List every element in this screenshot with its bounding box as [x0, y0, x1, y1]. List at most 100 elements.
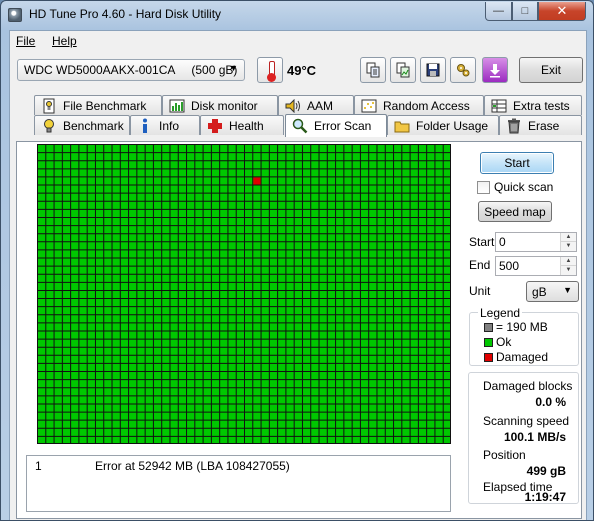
scan-block-map: [37, 144, 451, 444]
unit-select-value: gB: [532, 285, 547, 299]
download-button[interactable]: [482, 57, 508, 83]
legend-row-damaged: Damaged: [484, 350, 548, 364]
maximize-button[interactable]: □: [512, 2, 538, 21]
legend-row-block: = 190 MB: [484, 320, 548, 334]
position-label: Position: [483, 448, 526, 462]
end-field-label: End: [469, 258, 491, 272]
error-log-list[interactable]: 1 Error at 52942 MB (LBA 108427055): [26, 455, 451, 512]
drive-select[interactable]: WDC WD5000AAKX-001CA (500 gB) ▼: [17, 59, 245, 81]
floppy-disk-icon: [426, 63, 440, 77]
elapsed-time-value: 1:19:47: [524, 490, 566, 504]
list-item[interactable]: 1 Error at 52942 MB (LBA 108427055): [27, 459, 450, 475]
exit-button[interactable]: Exit: [519, 57, 583, 83]
disk-monitor-icon: [169, 98, 185, 114]
tab-label: Extra tests: [513, 98, 570, 113]
tab-error-scan[interactable]: Error Scan: [285, 114, 387, 137]
menu-help[interactable]: Help: [52, 34, 77, 48]
arrow-down-icon[interactable]: ▼: [561, 266, 576, 275]
unit-select[interactable]: gB ▼: [526, 281, 579, 302]
menu-file-label: File: [16, 34, 36, 48]
down-arrow-icon: [490, 64, 500, 78]
window-title: HD Tune Pro 4.60 - Hard Disk Utility: [29, 7, 222, 21]
menu-file[interactable]: File: [16, 34, 35, 48]
speaker-icon: [285, 98, 301, 114]
end-input[interactable]: [496, 257, 562, 275]
folder-icon: [394, 118, 410, 134]
arrow-up-icon[interactable]: ▲: [561, 257, 576, 266]
block-swatch: [484, 322, 493, 332]
minimize-button[interactable]: —: [485, 2, 512, 21]
health-cross-icon: [207, 118, 223, 134]
chevron-down-icon: ▼: [563, 285, 572, 295]
quick-scan-option[interactable]: Quick scan: [477, 180, 553, 194]
tab-benchmark[interactable]: Benchmark: [34, 115, 130, 135]
copy-icon: [366, 62, 380, 78]
scan-grid-canvas: [37, 144, 451, 444]
info-icon: [137, 118, 153, 134]
copy-info-button[interactable]: [360, 57, 386, 83]
tab-aam[interactable]: AAM: [278, 95, 354, 115]
tab-extra-tests[interactable]: Extra tests: [484, 95, 582, 115]
quick-scan-checkbox[interactable]: [477, 180, 490, 194]
tab-label: Disk monitor: [191, 98, 258, 113]
end-stepper[interactable]: ▲ ▼: [495, 256, 577, 276]
copy-graph-icon: [396, 62, 410, 78]
random-access-icon: [361, 98, 377, 114]
tab-strip: File Benchmark Disk monitor AAM Random A…: [10, 95, 586, 141]
toolbar: WDC WD5000AAKX-001CA (500 gB) ▼ 49°C Exi…: [10, 51, 586, 95]
damaged-block: [253, 177, 261, 185]
app-window: HD Tune Pro 4.60 - Hard Disk Utility — □…: [0, 0, 594, 521]
legend-damaged-label: Damaged: [496, 350, 549, 364]
tab-info[interactable]: Info: [130, 115, 200, 135]
arrow-down-icon[interactable]: ▼: [561, 242, 576, 251]
trash-icon: [506, 118, 522, 134]
magnifier-icon: [292, 118, 308, 134]
lightbulb-icon: [41, 118, 57, 134]
close-button[interactable]: ✕: [538, 2, 586, 21]
start-stepper-arrows[interactable]: ▲ ▼: [560, 233, 576, 251]
copy-screenshot-button[interactable]: [390, 57, 416, 83]
damaged-blocks-label: Damaged blocks: [483, 379, 573, 393]
legend-title: Legend: [478, 306, 523, 320]
scanning-speed-value: 100.1 MB/s: [503, 430, 566, 444]
tab-label: Erase: [528, 118, 560, 133]
tab-random-access[interactable]: Random Access: [354, 95, 484, 115]
tab-health[interactable]: Health: [200, 115, 284, 135]
legend-ok-label: Ok: [496, 335, 512, 349]
error-scan-panel: 1 Error at 52942 MB (LBA 108427055) Star…: [16, 141, 582, 519]
tab-erase[interactable]: Erase: [499, 115, 582, 135]
thermometer-icon: [257, 57, 283, 83]
temperature-readout: 49°C: [287, 63, 317, 78]
start-stepper[interactable]: ▲ ▼: [495, 232, 577, 252]
tab-label: Folder Usage: [416, 118, 489, 133]
tab-label: Error Scan: [314, 119, 372, 133]
tab-folder-usage[interactable]: Folder Usage: [387, 115, 499, 135]
app-disk-icon: [8, 8, 22, 22]
speed-map-button[interactable]: Speed map: [478, 201, 552, 222]
end-stepper-arrows[interactable]: ▲ ▼: [560, 257, 576, 275]
start-scan-button[interactable]: Start: [480, 152, 554, 174]
legend-block-size: = 190 MB: [496, 320, 548, 334]
tab-label: Random Access: [383, 98, 470, 113]
gears-icon: [457, 64, 470, 77]
title-bar[interactable]: HD Tune Pro 4.60 - Hard Disk Utility — □…: [1, 1, 593, 29]
tab-label: AAM: [307, 98, 334, 113]
legend-row-ok: Ok: [484, 335, 511, 349]
quick-scan-label: Quick scan: [494, 180, 554, 194]
damaged-blocks-value: 0.0 %: [535, 395, 566, 409]
position-value: 499 gB: [526, 464, 566, 478]
tab-disk-monitor[interactable]: Disk monitor: [162, 95, 278, 115]
file-benchmark-icon: [41, 98, 57, 114]
tab-label: File Benchmark: [63, 98, 147, 113]
log-index: 1: [35, 459, 42, 473]
options-button[interactable]: [450, 57, 476, 83]
ok-swatch: [484, 337, 493, 347]
tab-file-benchmark[interactable]: File Benchmark: [34, 95, 162, 115]
legend-box: Legend = 190 MB Ok Damaged: [469, 306, 579, 366]
tab-label: Health: [229, 118, 264, 133]
save-button[interactable]: [420, 57, 446, 83]
unit-field-label: Unit: [469, 284, 491, 298]
arrow-up-icon[interactable]: ▲: [561, 233, 576, 242]
start-input[interactable]: [496, 233, 562, 251]
tab-label: Benchmark: [63, 118, 124, 133]
